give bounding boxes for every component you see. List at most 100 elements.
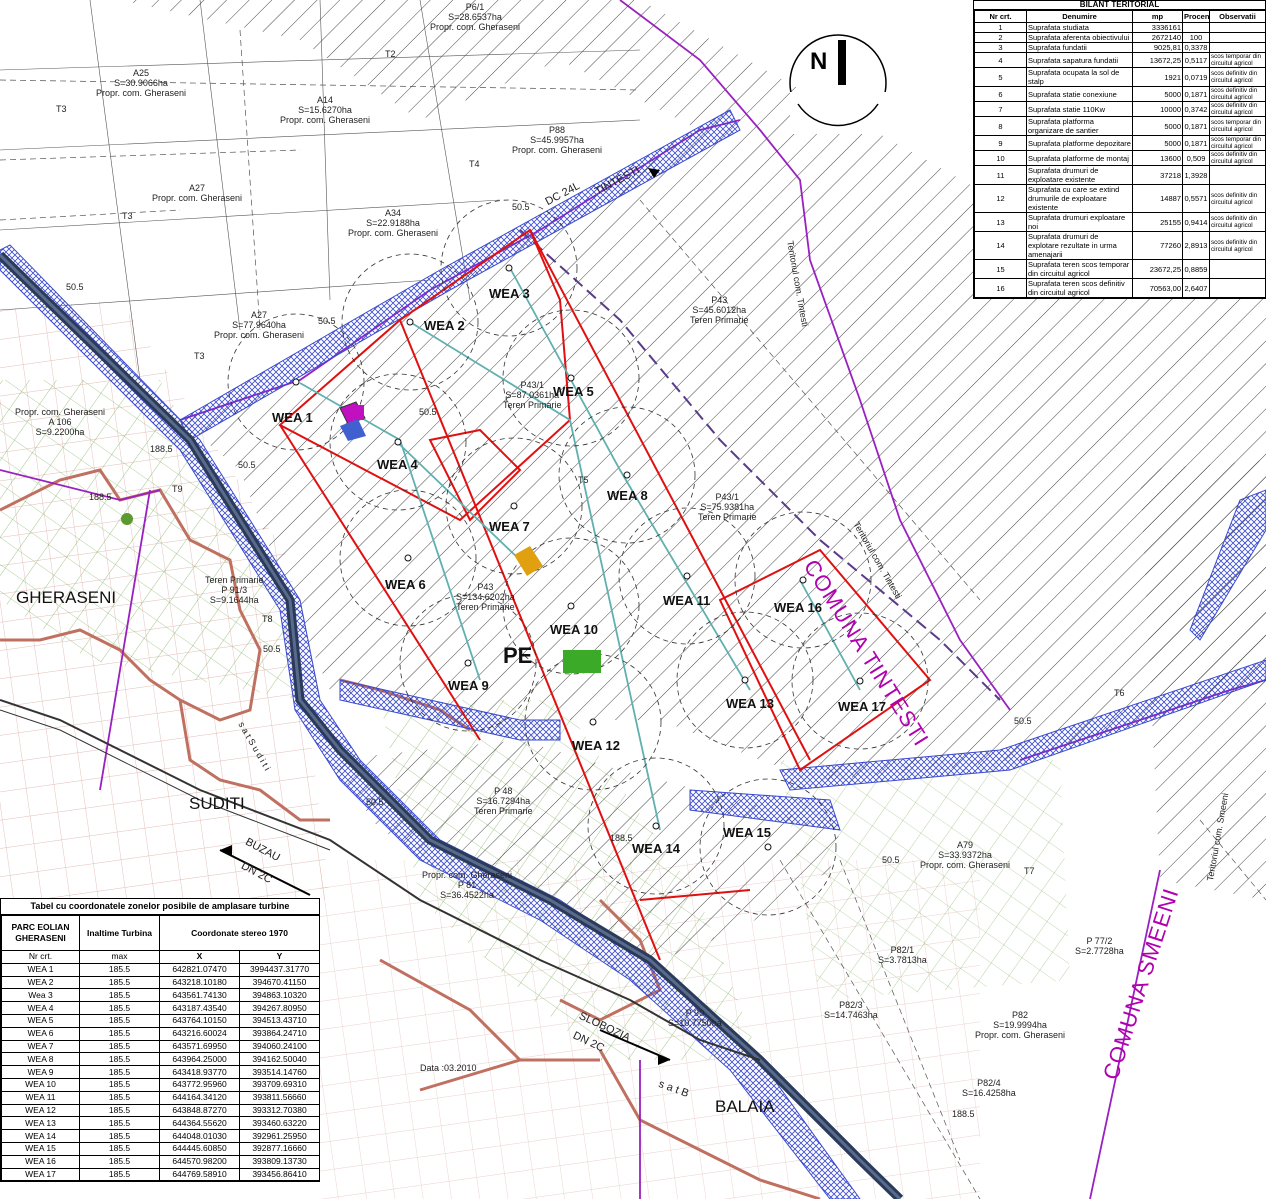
coord-cell: WEA 6 [1,1026,80,1041]
coord-row: WEA 5 185.5 643764.10150 394513.43710 [1,1013,320,1028]
bilant-cell: scos definitiv din circuitul agricol [1209,150,1266,166]
coord-cell: WEA 12 [1,1103,80,1118]
wea-8-label: WEA 8 [607,488,648,503]
coord-header-x: X [159,950,240,964]
coord-cell: 644769.58910 [159,1167,240,1182]
parcel-p48: P 48 S=16.7294ha Teren Primarie [474,786,533,816]
coord-cell: 185.5 [79,1013,160,1028]
bilant-cell: 2672140 [1132,32,1183,43]
bilant-cell: 10 [974,150,1027,166]
coord-cell: 393709.69310 [239,1077,320,1092]
bilant-cell: 7 [974,101,1027,117]
bilant-cell: 13600 [1132,150,1183,166]
coord-cell: 393460.63220 [239,1116,320,1131]
coord-cell: 185.5 [79,1039,160,1054]
coord-cell: WEA 17 [1,1167,80,1182]
coord-cell: 643964.25000 [159,1052,240,1067]
bilant-cell: scos definitiv din circuitul agricol [1209,86,1266,102]
bilant-title: BILANT TERITORIAL [974,1,1265,10]
bilant-cell: Suprafata platforme de montaj [1026,150,1133,166]
substation [563,650,601,673]
coord-cell: 185.5 [79,1001,160,1015]
bilant-row: 5 Suprafata ocupata la sol de stalp 1921 0,… [974,67,1266,87]
bilant-row: 4 Suprafata sapatura fundatii 13672,25 0,51… [974,52,1266,68]
parcel-a106: Propr. com. Gheraseni A 106 S=9.2200ha [15,407,106,437]
coord-cell: 185.5 [79,975,160,990]
coord-cell: 642821.07470 [159,962,240,977]
dist-label: 188.5 [952,1109,975,1119]
coord-cell: WEA 1 [1,962,80,977]
wea-14-label: WEA 14 [632,841,680,856]
coord-cell: 643216.60024 [159,1026,240,1041]
bilant-header: Observatii [1209,10,1266,23]
coord-cell: 3994437.31770 [239,962,320,977]
coord-row: WEA 6 185.5 643216.60024 393864.24710 [1,1026,320,1041]
dist-label: 50.5 [263,644,281,654]
bilant-cell: 100 [1182,32,1210,43]
coord-cell: 185.5 [79,1065,160,1079]
tag-t7: T7 [1024,866,1035,876]
coord-cell: WEA 10 [1,1077,80,1092]
bilant-cell: scos definitiv din circuitul agricol [1209,67,1266,87]
bilant-cell: 0,1871 [1182,116,1210,136]
bilant-cell: Suprafata platforma organizare de santie… [1026,116,1133,136]
tag-t5: T5 [578,475,589,485]
coord-row: WEA 4 185.5 643187.43540 394267.80950 [1,1001,320,1015]
bilant-cell: 0,9414 [1182,212,1210,232]
bilant-cell: 14887 [1132,184,1183,213]
bilant-cell: 5 [974,67,1027,87]
coord-cell: 185.5 [79,1052,160,1067]
bilant-header: mp [1132,10,1183,23]
tag-t9: T9 [172,484,183,494]
bilant-row: 14 Suprafata drumuri de explotare rezulta… [974,231,1266,260]
bilant-cell: 3336161 [1132,22,1183,33]
coord-row: WEA 17 185.5 644769.58910 393456.86410 [1,1167,320,1182]
tag-t4: T4 [469,159,480,169]
bilant-row: 7 Suprafata statie 110Kw 10000 0,3742 scos d… [974,101,1266,117]
wea-2-label: WEA 2 [424,318,465,333]
bilant-cell [1209,165,1266,185]
coord-header-row: PARC EOLIAN GHERASENI Inaltime Turbina C… [1,915,320,951]
bilant-teritorial-table: BILANT TERITORIAL Nr crt. Denumire mp Pr… [973,0,1266,299]
coord-cell: WEA 8 [1,1052,80,1067]
coord-row: WEA 16 185.5 644570.98200 393809.13730 [1,1154,320,1169]
green-marker [121,513,133,525]
tag-t3b: T3 [122,211,133,221]
tag-t3a: T3 [56,104,67,114]
bilant-cell: scos definitiv din circuitul agricol [1209,101,1266,117]
coord-cell: 392961.25950 [239,1129,320,1143]
bilant-cell [1209,42,1266,53]
north-label: N [810,48,828,75]
coord-cell: 643187.43540 [159,1001,240,1015]
coord-cell: Wea 3 [1,988,80,1003]
bilant-cell: 0,1871 [1182,135,1210,151]
coord-cell: 185.5 [79,1103,160,1118]
dist-label: 50.5 [512,202,530,212]
place-suditi: SUDITI [189,794,245,813]
coord-cell: WEA 2 [1,975,80,990]
coordinates-table: Tabel cu coordonatele zonelor posibile d… [0,898,320,1183]
coord-cell: 393514.14760 [239,1065,320,1079]
place-gheraseni: GHERASENI [16,588,117,607]
coord-cell: 644364.55620 [159,1116,240,1131]
coord-cell: 185.5 [79,1090,160,1105]
coord-cell: 393864.24710 [239,1026,320,1041]
bilant-cell: 2,8913 [1182,231,1210,260]
bilant-cell: Suprafata teren scos definitiv din circu… [1026,278,1133,298]
coord-subheader-row: Nr crt. max X Y [1,950,320,964]
bilant-cell: 0,5117 [1182,52,1210,68]
parcel-a14: A14 S=15.6270ha Propr. com. Gheraseni [280,95,371,125]
wea-3-label: WEA 3 [489,286,530,301]
parcel-p823: P82/3 S=14.7463ha [824,1000,878,1020]
coord-cell: 185.5 [79,1077,160,1092]
bilant-cell [1182,22,1210,33]
bilant-cell: 0,1871 [1182,86,1210,102]
bilant-cell: 9 [974,135,1027,151]
north-mask [790,92,886,134]
coord-cell: WEA 5 [1,1013,80,1028]
bilant-cell: 0,3742 [1182,101,1210,117]
parcel-a79: A79 S=33.9372ha Propr. com. Gheraseni [920,840,1011,870]
coord-cell: 644570.98200 [159,1154,240,1169]
parcel-p43: P43 S=45.6012ha Teren Primarie [690,295,749,325]
wea-9-label: WEA 9 [448,678,489,693]
